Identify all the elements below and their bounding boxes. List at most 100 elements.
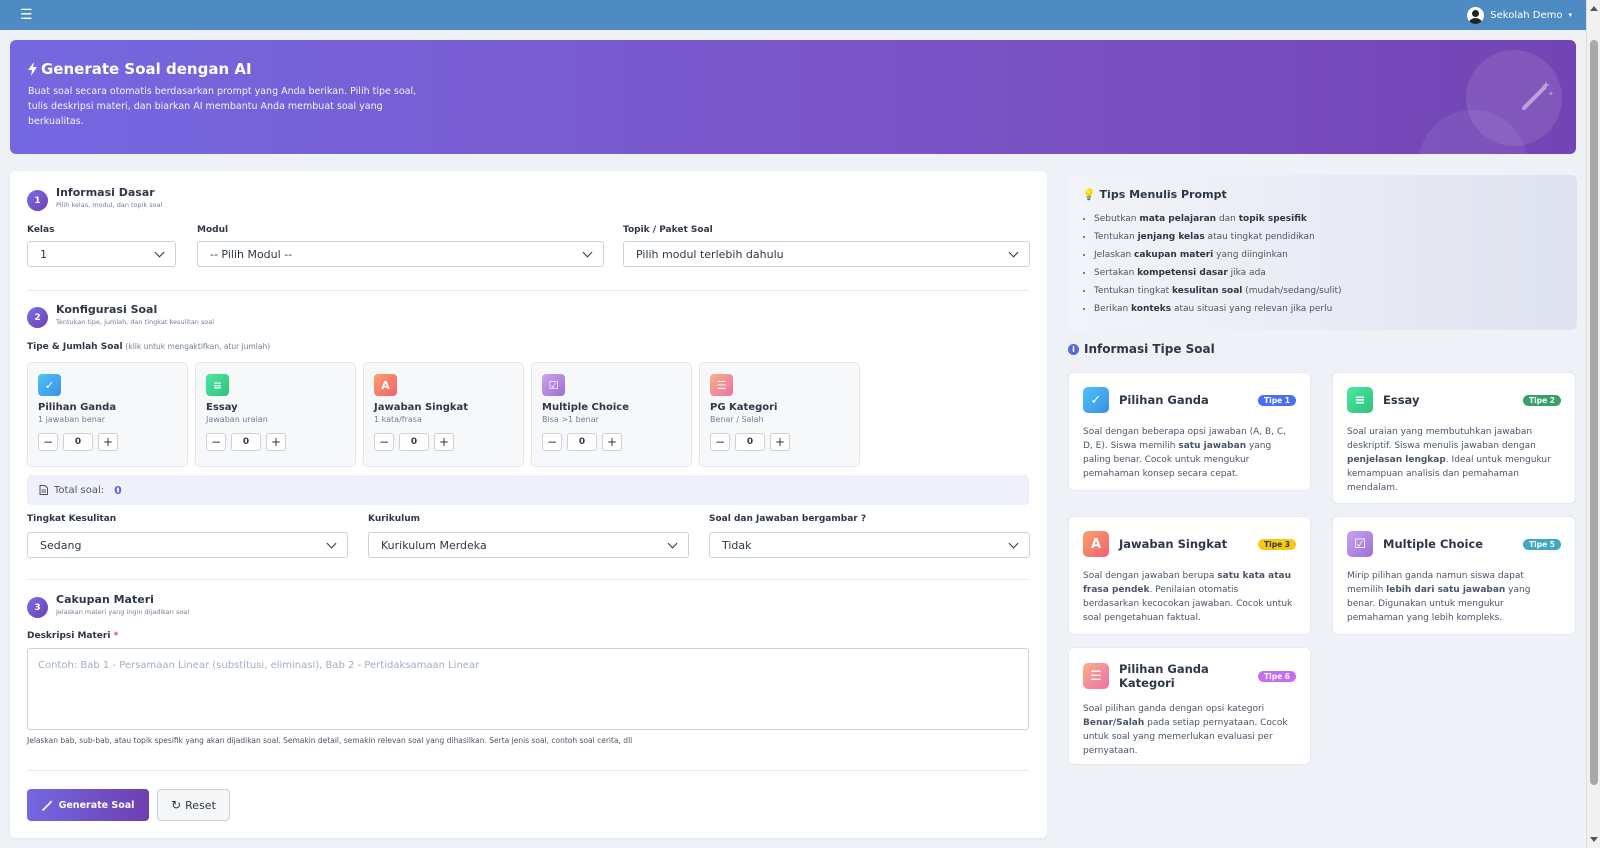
decrement-button[interactable]: − [38, 433, 58, 451]
total-value: 0 [114, 483, 122, 497]
modul-label: Modul [197, 225, 229, 235]
type-card-pg-kategori[interactable]: ☰ PG Kategori Benar / Salah − 0 + [699, 362, 860, 467]
type-card-jawaban-singkat[interactable]: A Jawaban Singkat 1 kata/frasa − 0 + [363, 362, 524, 467]
lightbulb-icon: 💡 [1082, 188, 1096, 201]
section-materi-header: 3 Cakupan Materi Jelaskan materi yang in… [27, 593, 189, 618]
scrollbar[interactable] [1586, 0, 1600, 848]
decrement-button[interactable]: − [374, 433, 394, 451]
type-badge: Tipe 5 [1523, 538, 1561, 550]
section-basic-info-header: 1 Informasi Dasar Pilih kelas, modul, da… [27, 186, 162, 211]
kelas-select[interactable]: 1 [27, 241, 176, 267]
info-card-pg-kategori: ☰ Pilihan Ganda Kategori Tipe 6 Soal pil… [1068, 647, 1311, 765]
kesulitan-value: Sedang [40, 538, 82, 552]
required-mark: * [113, 631, 119, 641]
type-card-pilihan-ganda[interactable]: ✓ Pilihan Ganda 1 jawaban benar − 0 + [27, 362, 188, 467]
check-circle-icon: ✓ [1083, 387, 1109, 413]
tip-item: Tentukan jenjang kelas atau tingkat pend… [1094, 228, 1563, 246]
info-icon: i [1068, 343, 1079, 355]
gambar-select[interactable]: Tidak [709, 532, 1030, 558]
decrement-button[interactable]: − [542, 433, 562, 451]
modul-value: -- Pilih Modul -- [210, 247, 293, 261]
type-card-essay[interactable]: ≡ Essay Jawaban uraian − 0 + [195, 362, 356, 467]
step-number: 2 [27, 307, 48, 328]
quantity-value[interactable]: 0 [231, 433, 261, 451]
reset-label: Reset [185, 798, 216, 812]
list-icon: ☰ [710, 374, 733, 396]
types-label-text: Tipe & Jumlah Soal [27, 342, 123, 352]
chevron-down-icon [667, 538, 678, 548]
scrollbar-thumb[interactable] [1590, 40, 1598, 785]
quantity-stepper: − 0 + [542, 433, 681, 451]
deskripsi-textarea[interactable]: Contoh: Bab 1 - Persamaan Linear (substi… [27, 648, 1029, 730]
tips-list: Sebutkan mata pelajaran dan topik spesif… [1082, 210, 1563, 318]
quantity-stepper: − 0 + [374, 433, 513, 451]
quantity-stepper: − 0 + [38, 433, 177, 451]
user-menu[interactable]: Sekolah Demo ▾ [1467, 6, 1572, 24]
page-title-text: Generate Soal dengan AI [41, 60, 252, 78]
generate-button[interactable]: Generate Soal [27, 789, 149, 821]
section-title: Konfigurasi Soal [56, 303, 158, 316]
deskripsi-help: Jelaskan bab, sub-bab, atau topik spesif… [27, 736, 633, 745]
info-card-desc: Soal pilihan ganda dengan opsi kategori … [1083, 704, 1288, 756]
type-name: PG Kategori [710, 402, 778, 413]
kurikulum-select[interactable]: Kurikulum Merdeka [368, 532, 689, 558]
chevron-down-icon [154, 247, 165, 257]
type-desc: Jawaban uraian [206, 415, 268, 424]
info-card-name: Multiple Choice [1383, 537, 1484, 551]
letter-a-icon: A [1083, 531, 1109, 557]
hamburger-icon[interactable]: ☰ [20, 7, 33, 23]
type-badge: Tipe 6 [1258, 670, 1296, 682]
topik-value: Pilih modul terlebih dahulu [636, 247, 784, 261]
step-number: 3 [27, 597, 48, 618]
topik-select[interactable]: Pilih modul terlebih dahulu [623, 241, 1030, 267]
type-name: Multiple Choice [542, 402, 630, 413]
section-subtitle: Jelaskan materi yang ingin dijadikan soa… [56, 608, 190, 616]
gambar-value: Tidak [722, 538, 752, 552]
deskripsi-label-text: Deskripsi Materi [27, 631, 111, 641]
kesulitan-select[interactable]: Sedang [27, 532, 348, 558]
quantity-value[interactable]: 0 [735, 433, 765, 451]
tips-title-text: Tips Menulis Prompt [1099, 188, 1227, 201]
magic-wand-icon [1522, 81, 1554, 110]
quantity-value[interactable]: 0 [567, 433, 597, 451]
scroll-down-arrow[interactable] [1590, 837, 1598, 842]
quantity-stepper: − 0 + [206, 433, 345, 451]
tip-item: Sertakan kompetensi dasar jika ada [1094, 264, 1563, 282]
decrement-button[interactable]: − [710, 433, 730, 451]
quantity-value[interactable]: 0 [63, 433, 93, 451]
tip-item: Tentukan tingkat kesulitan soal (mudah/s… [1094, 282, 1563, 300]
magic-wand-icon [41, 799, 53, 811]
reset-button[interactable]: ↻ Reset [157, 789, 230, 821]
type-name: Pilihan Ganda [38, 402, 117, 413]
tip-item: Berikan konteks atau situasi yang releva… [1094, 300, 1563, 318]
chevron-down-icon [1008, 247, 1019, 257]
type-desc: Bisa >1 benar [542, 415, 599, 424]
hero-banner: Generate Soal dengan AI Buat soal secara… [10, 40, 1576, 154]
tips-title: 💡 Tips Menulis Prompt [1082, 188, 1563, 201]
increment-button[interactable]: + [98, 433, 118, 451]
quantity-stepper: − 0 + [710, 433, 849, 451]
topik-label: Topik / Paket Soal [623, 225, 713, 235]
chevron-down-icon [582, 247, 593, 257]
scroll-up-arrow[interactable] [1590, 6, 1598, 11]
divider [27, 579, 1029, 580]
increment-button[interactable]: + [266, 433, 286, 451]
info-card-desc: Soal uraian yang membutuhkan jawaban des… [1347, 427, 1551, 493]
modul-select[interactable]: -- Pilih Modul -- [197, 241, 604, 267]
type-card-multiple-choice[interactable]: ☑ Multiple Choice Bisa >1 benar − 0 + [531, 362, 692, 467]
total-soal-bar: Total soal: 0 [27, 475, 1029, 505]
increment-button[interactable]: + [602, 433, 622, 451]
info-card-name: Essay [1383, 393, 1420, 407]
decrement-button[interactable]: − [206, 433, 226, 451]
check-circle-icon: ✓ [38, 374, 61, 396]
list-icon: ☰ [1083, 663, 1109, 689]
quantity-value[interactable]: 0 [399, 433, 429, 451]
section-title: Informasi Dasar [56, 186, 155, 199]
increment-button[interactable]: + [434, 433, 454, 451]
kelas-value: 1 [40, 247, 47, 261]
info-card-name: Pilihan Ganda [1119, 393, 1209, 407]
step-number: 1 [27, 190, 48, 211]
increment-button[interactable]: + [770, 433, 790, 451]
kurikulum-label: Kurikulum [368, 514, 421, 524]
tip-item: Sebutkan mata pelajaran dan topik spesif… [1094, 210, 1563, 228]
